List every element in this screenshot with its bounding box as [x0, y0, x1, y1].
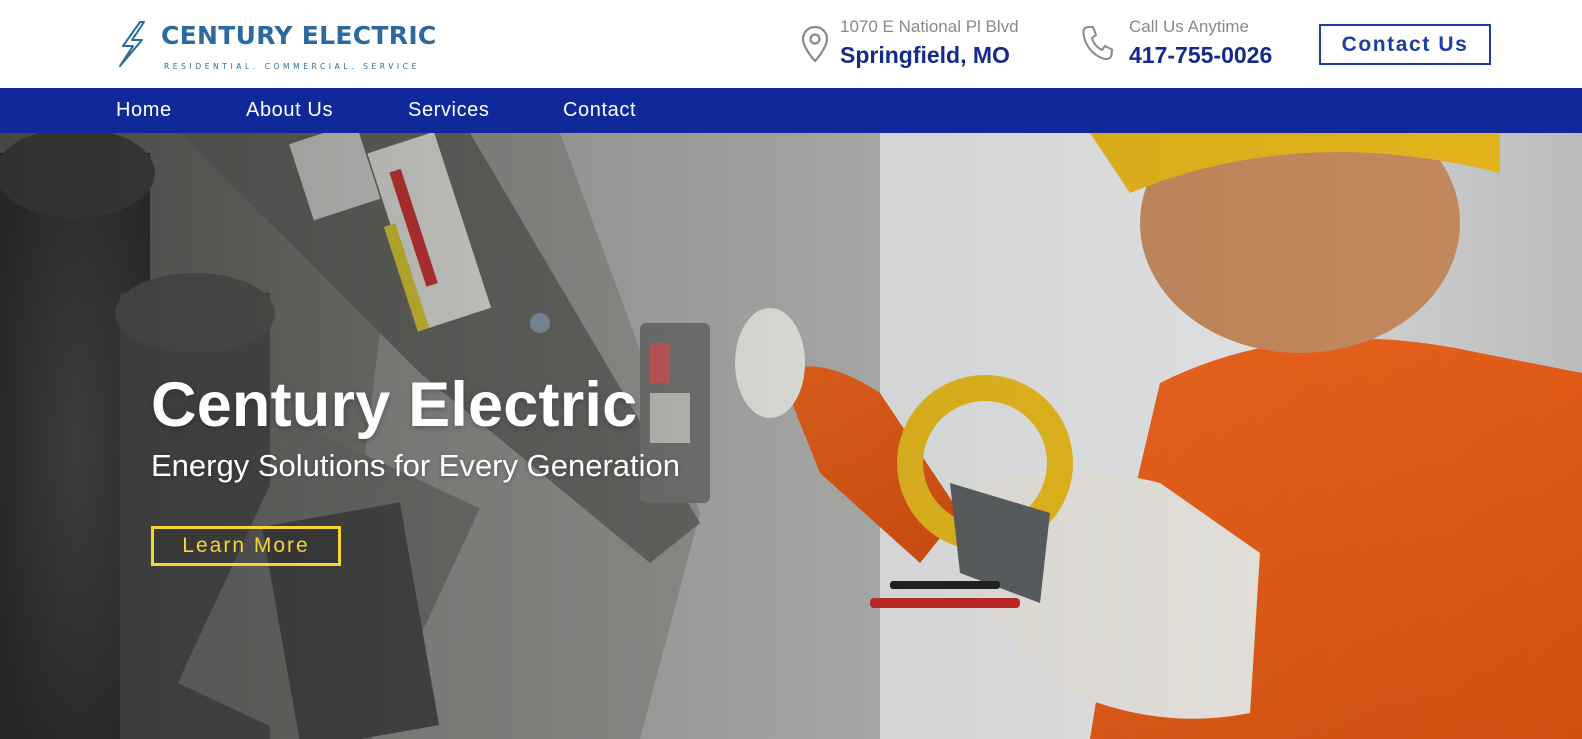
- map-pin-icon: [801, 25, 829, 63]
- site-header: CENTURY ELECTRIC RESIDENTIAL. COMMERCIAL…: [0, 0, 1582, 88]
- main-nav: Home About Us Services Contact: [0, 88, 1582, 133]
- lightning-bolt-icon: [119, 21, 145, 67]
- phone-label: Call Us Anytime: [1129, 17, 1249, 36]
- nav-item-services[interactable]: Services: [408, 88, 490, 133]
- address-street: 1070 E National Pl Blvd: [840, 17, 1019, 36]
- phone-icon: [1082, 26, 1113, 61]
- logo-tagline: RESIDENTIAL. COMMERCIAL. SERVICE: [164, 62, 420, 71]
- header-phone: Call Us Anytime 417-755-0026: [1080, 16, 1290, 72]
- contact-us-button[interactable]: Contact Us: [1319, 24, 1491, 65]
- learn-more-button[interactable]: Learn More: [151, 526, 341, 566]
- nav-item-contact[interactable]: Contact: [563, 88, 636, 133]
- nav-item-about-us[interactable]: About Us: [246, 88, 333, 133]
- phone-number[interactable]: 417-755-0026: [1129, 42, 1272, 69]
- hero-section: Century Electric Energy Solutions for Ev…: [0, 133, 1582, 739]
- hero-title: Century Electric: [151, 370, 638, 440]
- logo-wordmark: CENTURY ELECTRIC: [161, 21, 437, 50]
- site-logo[interactable]: CENTURY ELECTRIC RESIDENTIAL. COMMERCIAL…: [114, 18, 436, 74]
- hero-subtitle: Energy Solutions for Every Generation: [151, 448, 680, 483]
- header-address: 1070 E National Pl Blvd Springfield, MO: [800, 16, 1050, 72]
- nav-item-home[interactable]: Home: [116, 88, 172, 133]
- address-city: Springfield, MO: [840, 42, 1010, 68]
